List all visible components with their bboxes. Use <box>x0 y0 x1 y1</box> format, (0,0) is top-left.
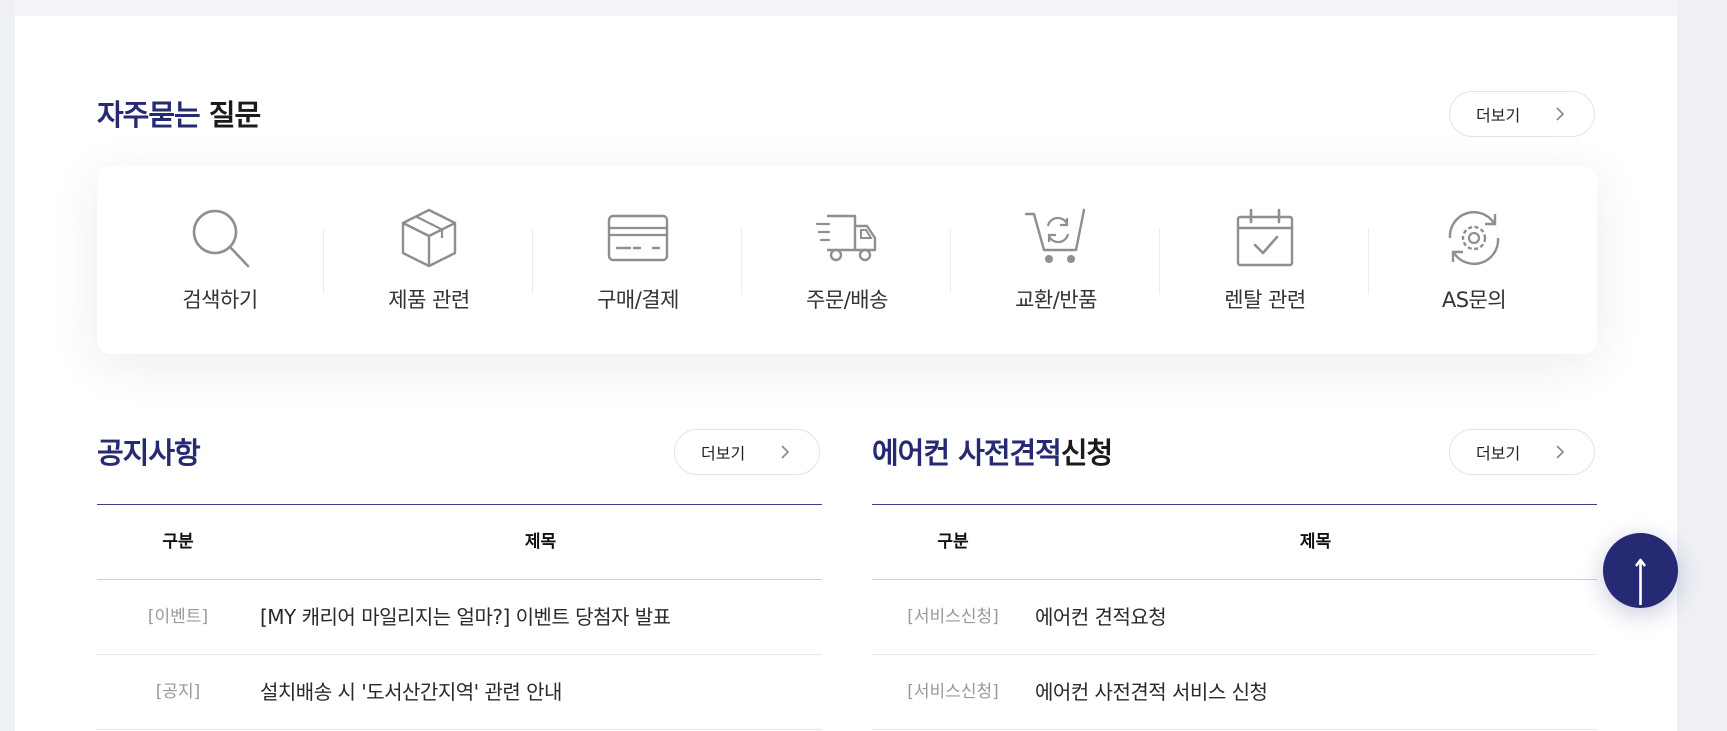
estimate-more-label: 더보기 <box>1476 444 1521 463</box>
table-header: 구분 제목 <box>97 505 822 580</box>
row-category: [이벤트] <box>147 607 209 627</box>
notice-title-accent: 공지사항 <box>97 436 201 470</box>
box-icon <box>401 208 457 268</box>
chevron-right-icon <box>1556 445 1565 459</box>
faq-item-label: 검색하기 <box>182 288 258 312</box>
row-title-link[interactable]: 설치배송 시 '도서산간지역' 관련 안내 <box>260 655 812 729</box>
main-panel: 자주묻는 질문 더보기 검색하기 제품 관련 구매/결제 주문/배송 교환/반품… <box>15 0 1677 731</box>
credit-card-icon <box>607 214 669 262</box>
row-category: [서비스신청] <box>907 607 999 627</box>
notice-more-label: 더보기 <box>701 444 746 463</box>
estimate-title: 에어컨 사전견적신청 <box>872 430 1113 472</box>
faq-category-card: 검색하기 제품 관련 구매/결제 주문/배송 교환/반품 렌탈 관련 AS문의 <box>97 166 1597 354</box>
faq-item-label: 교환/반품 <box>1015 288 1097 312</box>
faq-item-label: 구매/결제 <box>597 288 679 312</box>
estimate-title-rest: 신청 <box>1060 436 1113 470</box>
row-category: [서비스신청] <box>907 682 999 702</box>
cart-exchange-icon <box>1024 208 1086 263</box>
scroll-to-top-button[interactable] <box>1603 533 1678 608</box>
faq-title: 자주묻는 질문 <box>97 92 261 134</box>
column-header-category: 구분 <box>162 532 194 552</box>
divider <box>323 228 324 294</box>
faq-item-as[interactable]: AS문의 <box>1394 206 1554 326</box>
calendar-check-icon <box>1236 208 1294 267</box>
chevron-right-icon <box>1556 107 1565 121</box>
faq-item-rental[interactable]: 렌탈 관련 <box>1185 206 1345 326</box>
faq-title-rest: 질문 <box>199 98 261 132</box>
faq-item-payment[interactable]: 구매/결제 <box>558 206 718 326</box>
delivery-truck-icon <box>815 214 877 262</box>
faq-item-delivery[interactable]: 주문/배송 <box>767 206 927 326</box>
estimate-table: 구분 제목 [서비스신청] 에어컨 견적요청 [서비스신청] 에어컨 사전견적 … <box>872 504 1597 730</box>
divider <box>1159 228 1160 294</box>
table-row[interactable]: [서비스신청] 에어컨 견적요청 <box>872 580 1597 655</box>
search-icon <box>192 209 250 268</box>
column-header-title: 제목 <box>1299 532 1332 552</box>
faq-item-label: 렌탈 관련 <box>1224 288 1306 312</box>
estimate-title-accent: 에어컨 사전견적 <box>872 436 1062 470</box>
faq-item-label: 제품 관련 <box>388 288 470 312</box>
column-header-title: 제목 <box>524 532 557 552</box>
faq-title-accent: 자주묻는 <box>97 98 201 132</box>
faq-item-exchange[interactable]: 교환/반품 <box>976 206 1136 326</box>
divider <box>1368 228 1369 294</box>
column-header-category: 구분 <box>937 532 969 552</box>
estimate-more-button[interactable]: 더보기 <box>1449 429 1595 475</box>
faq-more-button[interactable]: 더보기 <box>1449 91 1595 137</box>
chevron-right-icon <box>781 445 790 459</box>
top-strip <box>15 0 1677 16</box>
row-title-link[interactable]: 에어컨 견적요청 <box>1035 580 1587 654</box>
row-title-link[interactable]: [MY 캐리어 마일리지는 얼마?] 이벤트 당첨자 발표 <box>260 580 812 654</box>
notice-table: 구분 제목 [이벤트] [MY 캐리어 마일리지는 얼마?] 이벤트 당첨자 발… <box>97 504 822 730</box>
divider <box>532 228 533 294</box>
notice-title: 공지사항 <box>97 430 201 472</box>
divider <box>950 228 951 294</box>
faq-more-label: 더보기 <box>1476 106 1521 125</box>
faq-item-label: AS문의 <box>1441 288 1507 312</box>
table-row[interactable]: [서비스신청] 에어컨 사전견적 서비스 신청 <box>872 655 1597 730</box>
row-title-link[interactable]: 에어컨 사전견적 서비스 신청 <box>1035 655 1587 729</box>
row-category: [공지] <box>155 682 201 702</box>
table-row[interactable]: [이벤트] [MY 캐리어 마일리지는 얼마?] 이벤트 당첨자 발표 <box>97 580 822 655</box>
table-row[interactable]: [공지] 설치배송 시 '도서산간지역' 관련 안내 <box>97 655 822 730</box>
gear-refresh-icon <box>1448 210 1500 266</box>
faq-item-product[interactable]: 제품 관련 <box>349 206 509 326</box>
divider <box>741 228 742 294</box>
faq-item-search[interactable]: 검색하기 <box>140 206 300 326</box>
faq-item-label: 주문/배송 <box>806 288 888 312</box>
table-header: 구분 제목 <box>872 505 1597 580</box>
arrow-up-icon <box>1634 558 1647 605</box>
notice-more-button[interactable]: 더보기 <box>674 429 820 475</box>
